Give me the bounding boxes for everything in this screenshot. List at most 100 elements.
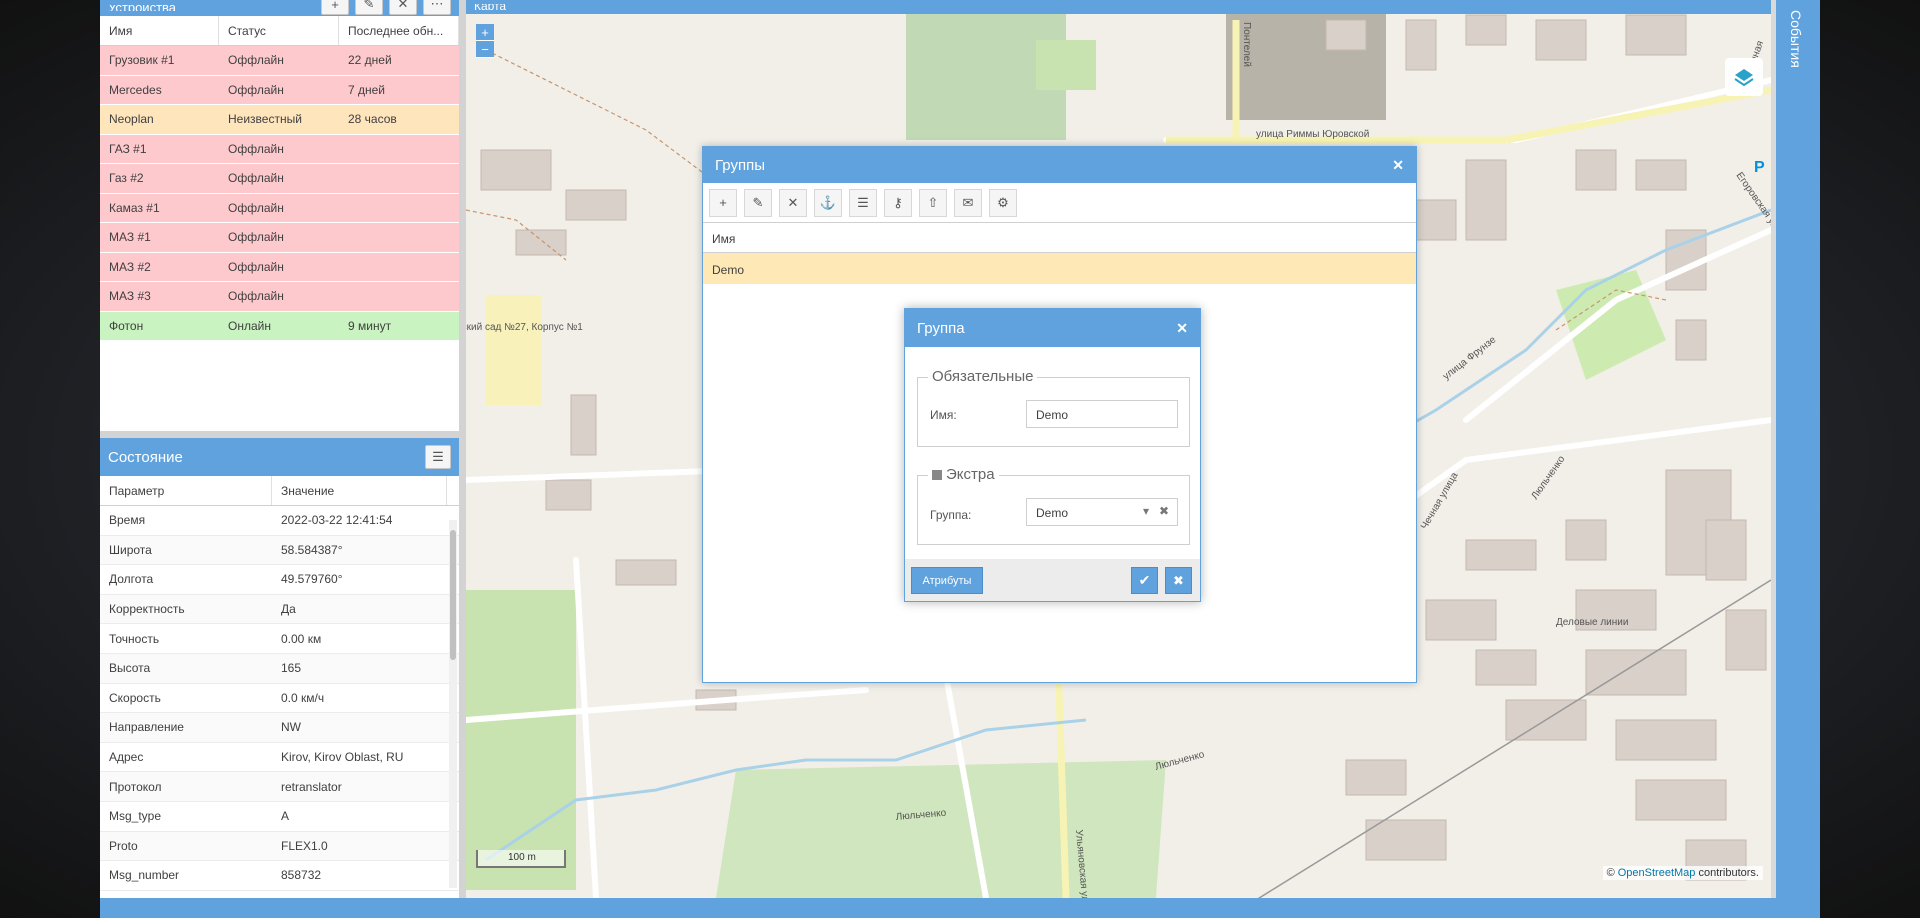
column-name[interactable]: Имя [100,16,219,45]
state-param-cell: Msg_type [109,809,162,824]
name-label: Имя: [930,408,957,422]
table-row[interactable]: Газ #2 Оффлайн [100,164,459,194]
devices-grid-header: Имя Статус Последнее обн... [100,16,459,46]
table-row[interactable]: Proto FLEX1.0 [100,831,459,862]
zoom-out-button[interactable]: − [476,41,494,58]
column-status[interactable]: Статус [219,16,339,45]
extra-legend-text: Экстра [946,466,995,483]
table-row[interactable]: Направление NW [100,713,459,743]
add-device-button[interactable]: + [321,0,349,15]
device-name-cell: МАЗ #2 [109,259,151,274]
group-dialog-title: Группа [917,319,965,337]
table-row[interactable]: Камаз #1 Оффлайн [100,193,459,223]
state-param-cell: Высота [109,661,151,676]
table-row[interactable]: Mercedes Оффлайн 7 дней [100,75,459,105]
collapse-icon[interactable] [932,470,942,481]
state-value-cell: A [281,809,290,824]
remove-device-button[interactable]: ✕ [389,0,417,15]
map-label-kindergarten: Детский сад №27, Корпус №1 [466,322,583,333]
table-row[interactable]: Точность 0.00 км [100,624,459,654]
groups-column-name[interactable]: Имя [703,223,1416,253]
devices-title: Устройства [108,5,176,11]
device-name-cell: Mercedes [109,82,162,97]
list-item[interactable]: Demo [703,253,1416,284]
table-row[interactable]: Скорость 0.0 км/ч [100,684,459,714]
device-status-cell: Оффлайн [228,230,284,245]
state-value-cell: retranslator [281,779,342,794]
group-label: Группа: [930,508,972,522]
device-status-cell: Оффлайн [228,53,284,68]
table-row[interactable]: МАЗ #3 Оффлайн [100,282,459,312]
table-row[interactable]: Msg_type A [100,802,459,832]
groups-window-title: Группы [715,156,765,174]
clear-icon[interactable]: ✖ [1159,504,1169,518]
table-row[interactable]: Время 2022-03-22 12:41:54 [100,506,459,536]
state-value-cell: FLEX1.0 [281,838,328,853]
column-value[interactable]: Значение [272,476,447,505]
edit-icon[interactable]: ✎ [744,188,772,217]
column-last-update[interactable]: Последнее обн... [339,16,459,45]
cancel-button[interactable]: ✖ [1165,567,1192,594]
attributes-icon[interactable]: ☰ [849,188,877,217]
more-device-button[interactable]: ⋯ [423,0,451,15]
device-status-cell: Оффлайн [228,171,284,186]
table-row[interactable]: МАЗ #2 Оффлайн [100,252,459,282]
table-row[interactable]: Грузовик #1 Оффлайн 22 дней [100,46,459,76]
table-row[interactable]: ГАЗ #1 Оффлайн [100,134,459,164]
table-row[interactable]: МАЗ #1 Оффлайн [100,223,459,253]
table-row[interactable]: Корректность Да [100,594,459,625]
table-row[interactable]: Долгота 49.579760° [100,565,459,595]
map-title: Карта [474,4,506,10]
osm-link[interactable]: OpenStreetMap [1618,867,1696,879]
zoom-control: + − [476,24,494,58]
group-select[interactable]: Demo ▾ ✖ [1026,498,1178,526]
vertical-splitter[interactable] [459,0,466,898]
table-row[interactable]: Высота 165 [100,653,459,684]
table-row[interactable]: Адрес Kirov, Kirov Oblast, RU [100,743,459,773]
table-row[interactable]: Фотон Онлайн 9 минут [100,311,459,341]
table-row[interactable]: Neoplan Неизвестный 28 часов [100,105,459,135]
state-param-cell: Широта [109,542,152,557]
table-row[interactable]: Широта 58.584387° [100,535,459,566]
attribution-suffix: contributors. [1695,867,1759,879]
column-parameter[interactable]: Параметр [100,476,272,505]
save-button[interactable]: ✔ [1131,567,1158,594]
state-value-cell: NW [281,720,301,735]
devices-list: Грузовик #1 Оффлайн 22 дней Mercedes Оффлайн… [100,46,459,341]
state-value-cell: 165 [281,661,302,676]
state-param-cell: Долгота [109,572,154,587]
upload-icon[interactable]: ⇧ [919,188,947,217]
drivers-icon[interactable]: ⚷ [884,188,912,217]
geofence-icon[interactable]: ⚓ [814,188,842,217]
groups-window-header: Группы ✕ [703,147,1416,183]
table-row[interactable]: Msg_number 858732 [100,861,459,891]
state-list: Время 2022-03-22 12:41:54 Широта 58.584387°… [100,506,459,891]
zoom-in-button[interactable]: + [476,24,494,41]
events-panel[interactable]: События [1776,0,1820,898]
chevron-down-icon[interactable]: ▾ [1143,504,1149,518]
map-scale: 100 m [476,850,566,868]
device-last-cell: 28 часов [348,112,397,127]
map-label-pontel: Понтелей [1241,22,1252,67]
attributes-button[interactable]: Атрибуты [911,567,983,594]
name-field[interactable]: Demo [1026,400,1178,428]
notifications-icon[interactable]: ✉ [954,188,982,217]
required-fieldset: Обязательные Имя: Demo [917,368,1190,447]
state-options-button[interactable]: ☰ [425,445,451,469]
maintenance-icon[interactable]: ⚙ [989,188,1017,217]
horizontal-splitter[interactable] [100,431,459,438]
close-icon[interactable]: ✕ [1176,320,1188,337]
delete-icon[interactable]: ✕ [779,188,807,217]
close-icon[interactable]: ✕ [1392,157,1404,174]
edit-device-button[interactable]: ✎ [355,0,383,15]
table-row[interactable]: Протокол retranslator [100,772,459,802]
attribution-prefix: © [1606,867,1618,879]
add-icon[interactable]: + [709,188,737,217]
map-label-business: Деловые линии [1556,617,1628,628]
layers-button[interactable] [1725,58,1763,96]
device-name-cell: Газ #2 [109,171,144,186]
parking-icon: P [1754,159,1765,176]
device-status-cell: Оффлайн [228,289,284,304]
state-title: Состояние [108,448,183,466]
state-scrollbar[interactable] [449,520,457,888]
